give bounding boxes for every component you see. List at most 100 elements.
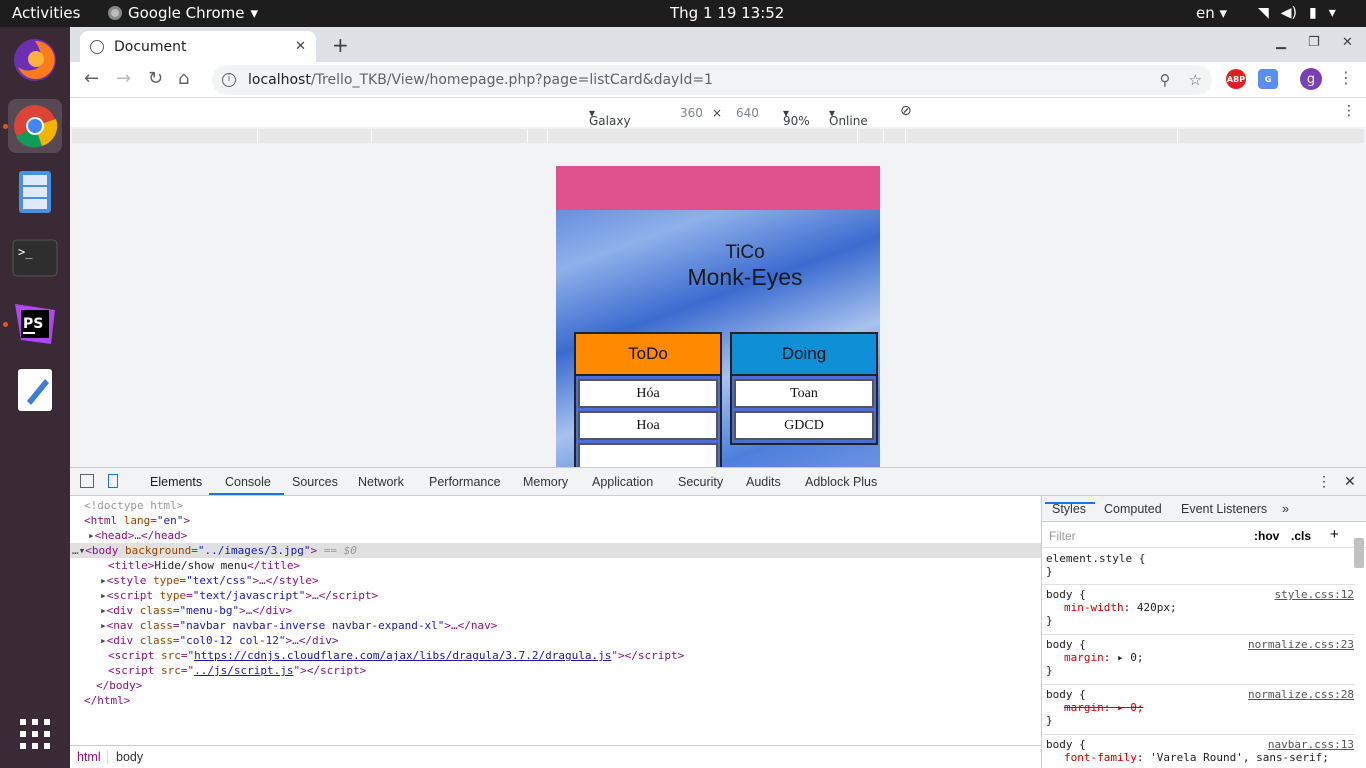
styles-filter-input[interactable]: Filter (1049, 529, 1076, 543)
tab-computed[interactable]: Computed (1104, 502, 1162, 516)
translate-extension-icon[interactable]: G (1258, 69, 1278, 89)
rule-source-link[interactable]: style.css:12 (1275, 588, 1354, 601)
tab-security[interactable]: Security (678, 475, 723, 489)
style-rule-element[interactable]: element.style { } (1046, 552, 1354, 578)
script-dragula-node[interactable]: <script src="https://cdnjs.cloudflare.co… (108, 649, 684, 662)
tab-memory[interactable]: Memory (523, 475, 568, 489)
rotate-icon[interactable]: ⊘ (900, 103, 912, 119)
devtools-menu-icon[interactable]: ⋮ (1317, 473, 1331, 490)
rule-source-link[interactable]: normalize.css:28 (1248, 688, 1354, 701)
tab-console[interactable]: Console (225, 475, 271, 489)
clock[interactable]: Thg 1 19 13:52 (670, 4, 784, 22)
rule-source-link[interactable]: normalize.css:23 (1248, 638, 1354, 651)
terminal-launcher[interactable]: >_ (8, 231, 62, 285)
html-close-node[interactable]: </html> (84, 694, 130, 707)
style-rule[interactable]: body { navbar.css:13 font-family: 'Varel… (1046, 738, 1354, 764)
activities-button[interactable]: Activities (12, 4, 80, 22)
forward-button[interactable]: → (116, 68, 131, 89)
expand-arrow-icon[interactable]: ▸ (100, 634, 107, 647)
device-options-icon[interactable]: ⋮ (1342, 103, 1356, 119)
navbar[interactable] (556, 166, 880, 210)
inspect-element-icon[interactable] (80, 474, 94, 488)
style-rule[interactable]: body { style.css:12 min-width: 420px; } (1046, 588, 1354, 627)
device-select[interactable]: Galaxy S5 ▾ (589, 106, 631, 142)
tab-event-listeners[interactable]: Event Listeners (1181, 502, 1267, 516)
body-node[interactable]: …▾<body background="../images/3.jpg"> ==… (72, 544, 357, 557)
height-input[interactable]: 640 (736, 106, 759, 120)
doctype-node[interactable]: <!doctype html> (84, 499, 183, 512)
media-query-segment[interactable] (72, 129, 258, 143)
div-menu-node[interactable]: ▸<div class="menu-bg">…</div> (100, 604, 292, 617)
media-query-segment[interactable] (258, 129, 372, 143)
network-select[interactable]: Online ▾ (829, 106, 868, 128)
minimize-button[interactable]: ▁ (1276, 35, 1286, 50)
list-header[interactable]: Doing (732, 334, 876, 376)
bookmark-star-icon[interactable]: ☆ (1189, 71, 1202, 89)
media-query-bar[interactable] (72, 129, 1364, 143)
rule-property[interactable]: font-family (1064, 751, 1137, 764)
home-button[interactable]: ⌂ (178, 68, 189, 89)
devtools-close-icon[interactable]: ✕ (1344, 473, 1356, 490)
head-node[interactable]: ▸<head>…</head> (88, 529, 187, 542)
card[interactable]: Hoa (578, 411, 718, 440)
media-query-segment[interactable] (548, 129, 858, 143)
div-col-node[interactable]: ▸<div class="col0-12 col-12">…</div> (100, 634, 338, 647)
width-input[interactable]: 360 (680, 106, 703, 120)
text-editor-launcher[interactable] (8, 363, 62, 417)
chrome-launcher[interactable] (8, 99, 62, 153)
adblock-extension-icon[interactable]: ABP (1226, 69, 1246, 89)
app-menu[interactable]: Google Chrome ▾ (108, 4, 258, 22)
html-node[interactable]: <html lang="en"> (84, 514, 190, 527)
hover-state-toggle[interactable]: :hov (1254, 529, 1279, 543)
show-apps-button[interactable] (8, 707, 62, 761)
files-launcher[interactable] (8, 165, 62, 219)
close-window-button[interactable]: ✕ (1342, 35, 1353, 50)
media-query-segment[interactable] (528, 129, 548, 143)
zoom-select[interactable]: 90% ▾ (783, 106, 810, 128)
body-close-node[interactable]: </body> (96, 679, 142, 692)
script-local-node[interactable]: <script src="../js/script.js"></script> (108, 664, 366, 677)
expand-arrow-icon[interactable]: ▸ (100, 589, 107, 602)
card[interactable]: Hóa (578, 379, 718, 408)
tab-audits[interactable]: Audits (746, 475, 781, 489)
rule-value[interactable]: 'Varela Round', sans-serif; (1150, 751, 1329, 764)
styles-scrollbar[interactable] (1354, 538, 1364, 568)
chrome-menu-icon[interactable]: ⋮ (1338, 68, 1354, 87)
expand-arrow-icon[interactable]: ▸ (100, 604, 107, 617)
rule-property[interactable]: margin (1064, 651, 1104, 664)
card[interactable] (578, 443, 718, 468)
list-header[interactable]: ToDo (576, 334, 720, 376)
rule-value[interactable]: 0; (1130, 651, 1143, 664)
card[interactable]: GDCD (734, 411, 874, 440)
tab-document[interactable]: Document ✕ (80, 31, 316, 62)
class-toggle[interactable]: .cls (1291, 529, 1311, 543)
script-src-link[interactable]: ../js/script.js (194, 664, 293, 677)
rule-value[interactable]: 420px; (1137, 601, 1177, 614)
script-src-link[interactable]: https://cdnjs.cloudflare.com/ajax/libs/d… (194, 649, 611, 662)
expand-arrow-icon[interactable]: ▸ (100, 619, 107, 632)
language-indicator[interactable]: en ▾ (1196, 4, 1227, 22)
tab-elements[interactable]: Elements (150, 475, 202, 489)
new-tab-button[interactable]: + (332, 33, 349, 57)
add-rule-icon[interactable]: + (1330, 526, 1339, 543)
tab-sources[interactable]: Sources (292, 475, 338, 489)
rule-source-link[interactable]: navbar.css:13 (1268, 738, 1354, 751)
tab-application[interactable]: Application (592, 475, 653, 489)
rule-value[interactable]: 0; (1130, 701, 1143, 714)
device-toggle-icon[interactable] (108, 474, 118, 488)
card[interactable]: Toan (734, 379, 874, 408)
tab-styles[interactable]: Styles (1052, 502, 1086, 516)
elements-tree[interactable]: <!doctype html> <html lang="en"> ▸<head>… (70, 496, 1041, 745)
media-query-segment[interactable] (884, 129, 906, 143)
firefox-launcher[interactable] (8, 33, 62, 87)
tab-adblock-plus[interactable]: Adblock Plus (805, 475, 877, 489)
script-node[interactable]: ▸<script type="text/javascript">…</scrip… (100, 589, 378, 602)
zoom-icon[interactable]: ⚲ (1160, 71, 1171, 89)
style-node[interactable]: ▸<style type="text/css">…</style> (100, 574, 319, 587)
reload-button[interactable]: ↻ (148, 68, 163, 89)
tab-performance[interactable]: Performance (429, 475, 501, 489)
breadcrumb-html[interactable]: html (77, 750, 101, 764)
restore-button[interactable]: ❐ (1308, 35, 1320, 50)
media-query-segment[interactable] (372, 129, 528, 143)
address-bar[interactable]: i localhost/Trello_TKB/View/homepage.php… (212, 65, 1212, 95)
